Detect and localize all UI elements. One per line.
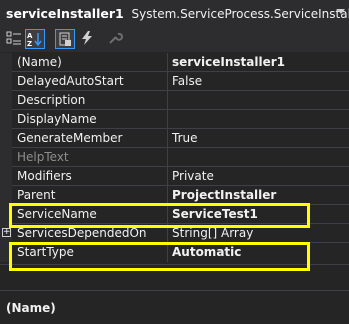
categorized-icon xyxy=(6,31,21,45)
property-name: DisplayName xyxy=(17,112,97,126)
row-gutter xyxy=(0,129,12,148)
property-name: HelpText xyxy=(17,150,69,164)
column-separator xyxy=(167,53,168,72)
property-grid: (Name) serviceInstaller1 DelayedAutoStart F… xyxy=(0,53,349,265)
property-value[interactable]: ProjectInstaller xyxy=(172,188,276,202)
property-toolbar: A Z xyxy=(0,27,349,52)
column-separator xyxy=(167,91,168,110)
alphabetical-icon: A Z xyxy=(27,32,42,47)
svg-text:Z: Z xyxy=(27,40,32,47)
property-row[interactable]: Description xyxy=(0,91,349,110)
object-name: serviceInstaller1 xyxy=(6,6,124,21)
property-row[interactable]: HelpText xyxy=(0,148,349,167)
properties-icon xyxy=(59,32,71,46)
column-separator xyxy=(167,167,168,186)
description-title: (Name) xyxy=(6,301,56,315)
property-pages-button[interactable] xyxy=(106,29,126,49)
wrench-icon xyxy=(109,32,123,44)
property-name: DelayedAutoStart xyxy=(17,74,124,88)
row-gutter xyxy=(0,167,12,186)
property-row[interactable]: Modifiers Private xyxy=(0,167,349,186)
property-value[interactable]: True xyxy=(172,131,198,145)
property-value[interactable]: Private xyxy=(172,169,214,183)
property-row[interactable]: (Name) serviceInstaller1 xyxy=(0,53,349,72)
column-separator xyxy=(167,148,168,167)
categorized-button[interactable] xyxy=(5,29,25,49)
property-name: (Name) xyxy=(17,55,62,69)
property-value[interactable]: False xyxy=(172,74,202,88)
highlight-box-starttype xyxy=(9,242,310,271)
row-gutter xyxy=(0,91,12,110)
object-type: System.ServiceProcess.ServiceInstaller xyxy=(131,7,349,21)
events-button[interactable] xyxy=(78,29,98,49)
chevron-down-icon[interactable] xyxy=(337,9,345,14)
property-name: ServicesDependedOn xyxy=(17,226,147,240)
property-name: Modifiers xyxy=(17,169,72,183)
expand-icon[interactable]: + xyxy=(2,228,11,237)
property-name: Parent xyxy=(17,188,56,202)
row-gutter xyxy=(0,148,12,167)
property-name: GenerateMember xyxy=(17,131,123,145)
description-panel: (Name) xyxy=(0,290,349,324)
properties-button[interactable] xyxy=(55,29,75,49)
property-row[interactable]: DisplayName xyxy=(0,110,349,129)
property-row[interactable]: DelayedAutoStart False xyxy=(0,72,349,91)
row-gutter xyxy=(0,110,12,129)
column-separator xyxy=(167,72,168,91)
row-gutter xyxy=(0,53,12,72)
object-selector[interactable]: serviceInstaller1 System.ServiceProcess.… xyxy=(0,0,349,27)
column-separator xyxy=(167,110,168,129)
svg-text:A: A xyxy=(27,32,33,40)
property-value[interactable]: serviceInstaller1 xyxy=(172,55,285,69)
property-row[interactable]: GenerateMember True xyxy=(0,129,349,148)
row-gutter xyxy=(0,72,12,91)
property-value[interactable]: String[] Array xyxy=(172,226,253,240)
column-separator xyxy=(167,129,168,148)
events-icon xyxy=(82,31,92,45)
property-name: Description xyxy=(17,93,86,107)
highlight-box-servicename xyxy=(9,203,310,228)
alphabetical-button[interactable]: A Z xyxy=(25,29,45,49)
